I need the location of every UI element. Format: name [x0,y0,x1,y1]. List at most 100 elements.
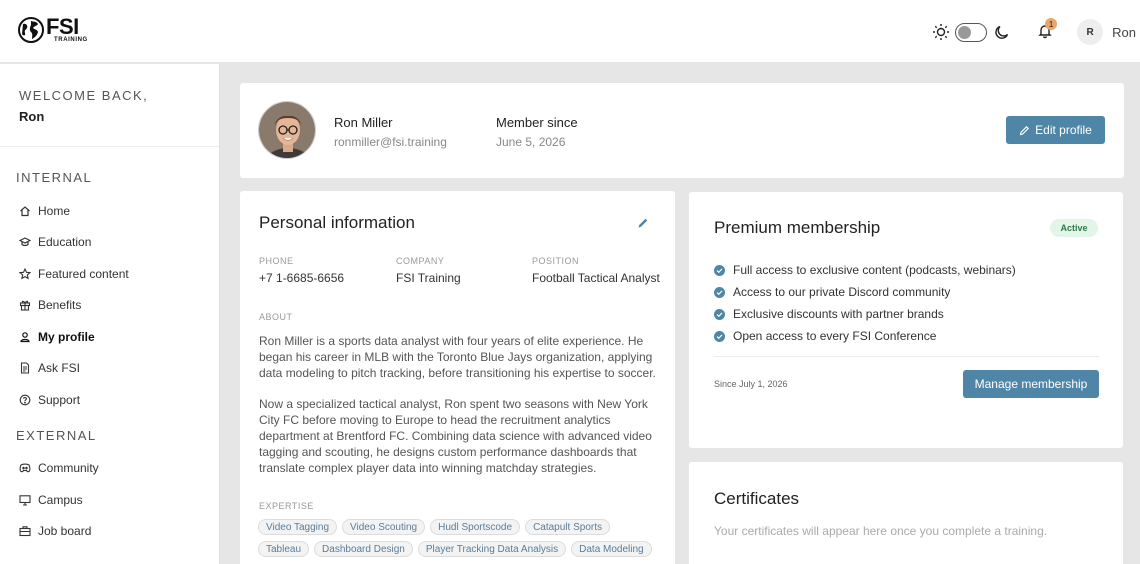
expertise-tag: Catapult Sports [525,519,610,535]
monitor-icon [19,494,31,506]
sidebar-item-label: Community [38,461,99,476]
theme-toggle[interactable] [955,22,988,42]
company-label: COMPANY [396,256,445,266]
sidebar-item-home[interactable]: Home [0,195,219,227]
check-circle-icon [714,264,725,276]
portrait-image [259,102,315,158]
user-name[interactable]: Ron [1112,25,1136,40]
expertise-tag: Dashboard Design [314,541,413,557]
sidebar-item-label: Benefits [38,298,82,313]
sidebar-item-job-board[interactable]: Job board [0,516,219,548]
expertise-tag: Video Scouting [342,519,426,535]
sidebar-item-label: Support [38,392,81,407]
sidebar-item-featured-content[interactable]: Featured content [0,258,219,290]
sidebar-item-campus[interactable]: Campus [0,484,219,516]
check-circle-icon [714,308,725,320]
sun-icon [933,24,950,40]
certificates-card: Certificates Your certificates will appe… [689,462,1123,564]
benefit-item: Open access to every FSI Conference [714,325,1104,347]
pencil-icon [1019,125,1030,135]
check-circle-icon [714,286,725,298]
position-label: POSITION [532,256,580,266]
profile-name: Ron Miller [334,115,393,130]
member-since-value: June 5, 2026 [496,135,566,149]
sidebar-item-ask-fsi[interactable]: Ask FSI [0,353,219,385]
sidebar-item-my-profile[interactable]: My profile [0,321,219,353]
sidebar-item-label: Campus [38,492,83,507]
external-nav: Community Campus Job board [0,453,219,548]
discord-icon [19,463,31,473]
benefit-text: Exclusive discounts with partner brands [733,307,944,321]
benefit-item: Full access to exclusive content (podcas… [714,259,1104,281]
personal-information-title: Personal information [259,213,415,232]
benefit-list: Full access to exclusive content (podcas… [714,259,1104,347]
brand-subtitle: TRAINING [54,37,88,43]
home-icon [20,205,30,216]
profile-email: ronmiller@fsi.training [334,135,447,149]
user-avatar[interactable]: R [1077,19,1104,45]
sidebar-item-education[interactable]: Education [0,227,219,259]
edit-profile-label: Edit profile [1035,123,1092,137]
benefit-text: Full access to exclusive content (podcas… [733,263,1016,277]
expertise-tag: Tableau [258,541,310,557]
section-internal: INTERNAL [16,170,93,185]
benefit-item: Exclusive discounts with partner brands [714,303,1104,325]
position-value: Football Tactical Analyst [532,271,660,285]
header-actions: 1 R Ron [932,17,1140,47]
profile-photo [258,101,316,159]
sidebar-item-support[interactable]: Support [0,384,219,416]
about-label: ABOUT [259,312,293,322]
profile-summary-card: Ron Miller ronmiller@fsi.training Member… [240,83,1124,178]
top-header: FSI TRAINING 1 R Ron [0,0,1140,63]
toggle-knob [958,25,972,39]
personal-information-card: Personal information PHONE +7 1-6685-665… [240,191,675,564]
company-value: FSI Training [396,271,461,285]
membership-since: Since July 1, 2026 [714,379,788,389]
divider [714,356,1099,357]
gift-icon [19,300,31,311]
graduation-cap-icon [19,237,31,247]
phone-label: PHONE [259,256,294,266]
brand-name: FSI [46,14,79,39]
benefit-text: Access to our private Discord community [733,285,951,299]
edit-profile-button[interactable]: Edit profile [1006,116,1105,144]
about-paragraph-1: Ron Miller is a sports data analyst with… [259,334,656,380]
check-circle-icon [714,330,725,342]
help-circle-icon [19,394,31,406]
fsi-logo[interactable]: FSI TRAINING [18,16,88,43]
sidebar: WELCOME BACK, Ron INTERNAL Home Educatio… [0,64,220,564]
moon-icon [995,25,1009,39]
expertise-tag: Player Tracking Data Analysis [417,541,567,557]
section-external: EXTERNAL [16,427,97,443]
premium-title: Premium membership [714,218,881,237]
certificates-title: Certificates [714,489,800,508]
sidebar-item-label: Job board [38,524,92,539]
internal-nav: Home Education Featured content Benefits… [0,195,219,416]
expertise-tag: Video Tagging [258,519,338,535]
document-icon [20,362,30,374]
sidebar-item-benefits[interactable]: Benefits [0,290,219,322]
benefit-text: Open access to every FSI Conference [733,329,937,343]
edit-pencil-icon[interactable] [637,217,649,229]
certificates-empty-text: Your certificates will appear here once … [714,524,1048,538]
premium-membership-card: Premium membership Active Full access to… [689,192,1123,448]
welcome-label: WELCOME BACK, [19,88,149,103]
expertise-tag: Data Modeling [571,541,652,557]
notification-badge: 1 [1045,18,1058,30]
expertise-tag: Hudl Sportscode [430,519,521,535]
sidebar-item-label: Home [38,203,71,218]
expertise-tags: Video Tagging Video Scouting Hudl Sports… [258,519,668,563]
sidebar-item-label: Featured content [38,266,129,281]
phone-value: +7 1-6685-6656 [259,271,345,285]
sidebar-item-community[interactable]: Community [0,453,219,485]
member-since-label: Member since [496,115,578,130]
expertise-label: EXPERTISE [259,501,314,511]
sidebar-item-label: Education [38,235,92,250]
manage-membership-button[interactable]: Manage membership [963,370,1099,398]
benefit-item: Access to our private Discord community [714,281,1104,303]
notifications-button[interactable]: 1 [1037,18,1058,41]
sidebar-item-label: Ask FSI [38,361,81,376]
user-icon [20,331,30,342]
status-badge: Active [1050,219,1098,237]
sidebar-item-label: My profile [38,329,95,344]
